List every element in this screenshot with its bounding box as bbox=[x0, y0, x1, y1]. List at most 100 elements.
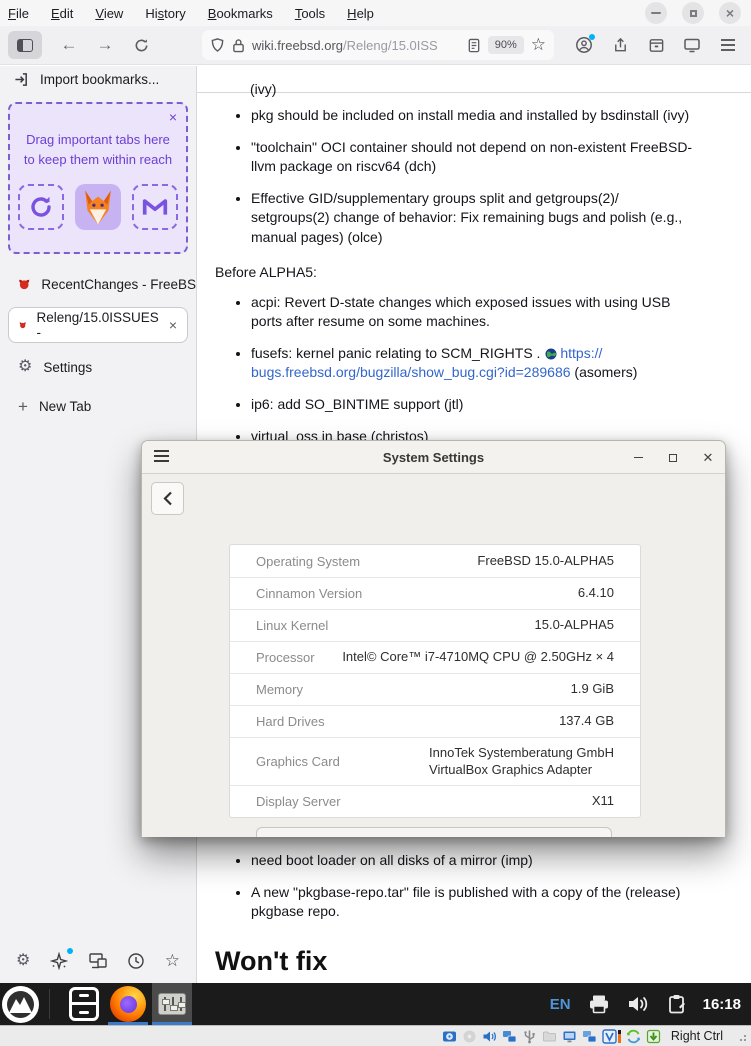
issues-list-alpha5: acpi: Revert D-state changes which expos… bbox=[197, 293, 751, 447]
menu-view[interactable]: View bbox=[95, 6, 123, 21]
table-row: Hard Drives137.4 GB bbox=[230, 705, 640, 737]
back-button[interactable]: ← bbox=[54, 31, 84, 59]
desktop-screen: File Edit View History Bookmarks Tools H… bbox=[0, 0, 751, 1046]
taskbar-file-manager[interactable] bbox=[64, 983, 104, 1025]
account-button[interactable] bbox=[569, 31, 599, 59]
list-item: need boot loader on all disks of a mirro… bbox=[251, 851, 729, 871]
refresh-icon bbox=[28, 194, 54, 220]
firefox-icon bbox=[110, 986, 146, 1022]
menu-help[interactable]: Help bbox=[347, 6, 374, 21]
menu-button[interactable] bbox=[2, 986, 39, 1023]
virtualbox-status-bar: Right Ctrl bbox=[0, 1025, 751, 1046]
shield-icon[interactable] bbox=[210, 37, 225, 53]
synced-devices-button[interactable] bbox=[88, 952, 108, 970]
settings-label: Settings bbox=[43, 360, 92, 375]
promo-tile-firefox bbox=[75, 184, 121, 230]
url-bar[interactable]: wiki.freebsd.org/Releng/15.0ISS 90% ☆ bbox=[202, 30, 554, 60]
close-button[interactable]: × bbox=[719, 2, 741, 24]
menu-edit[interactable]: Edit bbox=[51, 6, 73, 21]
tab-close-icon[interactable]: × bbox=[169, 317, 177, 333]
list-item: fusefs: kernel panic relating to SCM_RIG… bbox=[251, 344, 729, 383]
resize-grip[interactable] bbox=[735, 1030, 747, 1042]
hamburger-icon bbox=[720, 38, 736, 52]
app-menu-button[interactable] bbox=[713, 31, 743, 59]
wont-fix-heading: Won't fix bbox=[197, 946, 751, 977]
recording-icon[interactable] bbox=[582, 1028, 598, 1044]
clipped-fragment: (ivy) bbox=[250, 81, 276, 97]
minimize-button[interactable] bbox=[631, 451, 645, 465]
menu-bookmarks[interactable]: Bookmarks bbox=[208, 6, 273, 21]
taskbar-system-settings[interactable] bbox=[152, 983, 192, 1025]
list-item: A new "pkgbase-repo.tar" file is publish… bbox=[251, 883, 729, 922]
display-icon bbox=[683, 37, 701, 53]
menu-file[interactable]: File bbox=[8, 6, 29, 21]
history-button[interactable] bbox=[127, 952, 145, 970]
sidebar-tab-releng-active[interactable]: Releng/15.0ISSUES - × bbox=[8, 307, 188, 343]
keyboard-icon[interactable] bbox=[646, 1028, 662, 1044]
synced-tabs-button[interactable] bbox=[677, 31, 707, 59]
notification-dot bbox=[67, 948, 73, 954]
window-title: System Settings bbox=[383, 450, 484, 465]
lock-icon[interactable] bbox=[232, 38, 245, 53]
bookmarks-star-icon[interactable]: ☆ bbox=[165, 951, 180, 971]
volume-applet[interactable] bbox=[627, 994, 650, 1014]
reader-mode-icon[interactable] bbox=[467, 38, 481, 53]
promo-tiles bbox=[10, 184, 186, 230]
file-manager-icon bbox=[69, 987, 99, 1021]
system-settings-titlebar[interactable]: System Settings ✕ bbox=[142, 441, 725, 474]
issues-list-top: pkg should be included on install media … bbox=[197, 106, 751, 248]
audio-icon[interactable] bbox=[482, 1028, 498, 1044]
sidebar-item-new-tab[interactable]: + New Tab bbox=[0, 391, 196, 421]
table-row: ProcessorIntel© Core™ i7-4710MQ CPU @ 2.… bbox=[230, 641, 640, 673]
virtualbox-icon[interactable] bbox=[602, 1028, 622, 1044]
settings-gear-icon[interactable]: ⚙ bbox=[16, 953, 30, 969]
network-icon[interactable] bbox=[502, 1028, 518, 1044]
usb-icon[interactable] bbox=[522, 1028, 538, 1044]
upload-info-button[interactable]: Upload system information bbox=[256, 827, 612, 837]
maximize-button[interactable] bbox=[666, 451, 680, 465]
taskbar: EN 16:18 bbox=[0, 983, 751, 1025]
system-info-table: Operating SystemFreeBSD 15.0-ALPHA5 Cinn… bbox=[229, 544, 641, 818]
menu-tools[interactable]: Tools bbox=[295, 6, 325, 21]
list-item: Effective GID/supplementary groups split… bbox=[251, 189, 729, 248]
optical-disc-icon[interactable] bbox=[462, 1028, 478, 1044]
clipboard-applet[interactable] bbox=[667, 994, 686, 1014]
sidebar-toggle-button[interactable] bbox=[8, 31, 42, 59]
ai-sparkle-button[interactable] bbox=[50, 952, 68, 970]
url-text[interactable]: wiki.freebsd.org/Releng/15.0ISS bbox=[252, 38, 460, 53]
menu-icon bbox=[2, 986, 39, 1023]
bookmark-star-icon[interactable]: ☆ bbox=[531, 35, 546, 55]
sidebar-tab-recentchanges[interactable]: RecentChanges - FreeBS bbox=[0, 269, 196, 299]
display-icon[interactable] bbox=[562, 1028, 578, 1044]
volume-icon bbox=[627, 994, 650, 1014]
taskbar-firefox[interactable] bbox=[108, 983, 148, 1025]
gmail-m-icon bbox=[142, 197, 168, 217]
extensions-button[interactable] bbox=[641, 31, 671, 59]
clock-icon bbox=[127, 952, 145, 970]
minimize-button[interactable] bbox=[645, 2, 667, 24]
table-row: Memory1.9 GiB bbox=[230, 673, 640, 705]
window-menu-button[interactable] bbox=[154, 450, 169, 462]
back-button[interactable] bbox=[151, 482, 184, 515]
share-button[interactable] bbox=[605, 31, 635, 59]
harddisk-icon[interactable] bbox=[442, 1028, 458, 1044]
keyboard-layout-indicator[interactable]: EN bbox=[550, 996, 571, 1013]
table-row: Cinnamon Version6.4.10 bbox=[230, 577, 640, 609]
forward-button[interactable]: → bbox=[90, 31, 120, 59]
menu-history[interactable]: History bbox=[145, 6, 185, 21]
zoom-level[interactable]: 90% bbox=[488, 36, 524, 54]
share-icon bbox=[612, 37, 629, 54]
import-bookmarks-button[interactable]: Import bookmarks... bbox=[0, 66, 196, 93]
sidebar-item-settings[interactable]: ⚙ Settings bbox=[0, 352, 196, 382]
mouse-integration-icon[interactable] bbox=[626, 1028, 642, 1044]
clipboard-icon bbox=[667, 994, 686, 1014]
maximize-button[interactable] bbox=[682, 2, 704, 24]
close-button[interactable]: ✕ bbox=[701, 451, 715, 465]
promo-text: Drag important tabs here to keep them wi… bbox=[10, 130, 186, 170]
shared-folder-icon[interactable] bbox=[542, 1028, 558, 1044]
promo-close-icon[interactable]: × bbox=[169, 109, 177, 125]
print-applet[interactable] bbox=[588, 994, 610, 1014]
import-bookmarks-label: Import bookmarks... bbox=[40, 72, 159, 87]
reload-button[interactable] bbox=[126, 31, 156, 59]
clock[interactable]: 16:18 bbox=[703, 996, 741, 1013]
